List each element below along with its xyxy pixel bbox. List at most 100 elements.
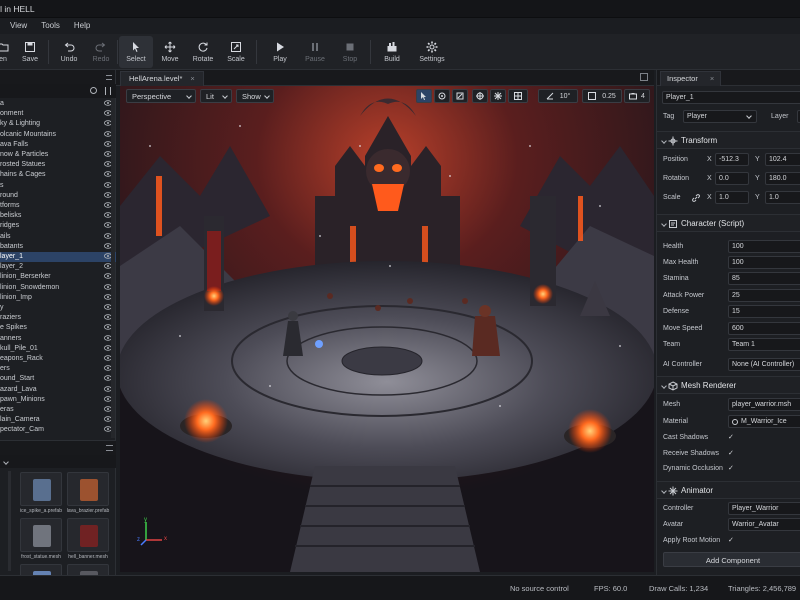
position-y-field[interactable]: 102.4	[765, 153, 800, 166]
undo-button[interactable]: Undo	[52, 36, 86, 68]
character-field-value[interactable]: 25	[728, 289, 800, 302]
hierarchy-item[interactable]: ava Falls	[0, 140, 116, 150]
scale-tool-button[interactable]: Scale	[219, 36, 253, 68]
controller-field[interactable]: Player_Warrior	[728, 502, 800, 515]
hierarchy-item[interactable]: raziers	[0, 313, 116, 323]
hierarchy-item[interactable]: eras	[0, 405, 116, 415]
asset-thumbnail[interactable]	[20, 472, 62, 506]
close-icon[interactable]: ×	[190, 74, 194, 83]
character-field-value[interactable]: Team 1	[728, 338, 800, 351]
scale-y-field[interactable]: 1.0	[765, 191, 800, 204]
hierarchy-item[interactable]: hains & Cages	[0, 170, 116, 180]
angle-snap-control[interactable]: 10°	[538, 89, 578, 103]
hierarchy-item[interactable]: olcanic Mountains	[0, 130, 116, 140]
hierarchy-item[interactable]: belisks	[0, 211, 116, 221]
settings-button[interactable]: Settings	[415, 36, 449, 68]
hierarchy-item[interactable]: eapons_Rack	[0, 354, 116, 364]
hierarchy-item[interactable]: onment	[0, 109, 116, 119]
save-button[interactable]: Save	[13, 36, 47, 68]
build-button[interactable]: Build	[375, 36, 409, 68]
add-component-button[interactable]: Add Component	[663, 552, 800, 567]
mesh-renderer-section-header[interactable]: Mesh Renderer	[657, 376, 800, 394]
play-button[interactable]: Play	[263, 36, 297, 68]
rotate-tool-button[interactable]: Rotate	[186, 36, 220, 68]
asset-thumbnail[interactable]	[67, 518, 109, 552]
hierarchy-item[interactable]: linion_Berserker	[0, 272, 116, 282]
pivot-icon[interactable]	[472, 89, 488, 103]
rotation-y-field[interactable]: 180.0	[765, 172, 800, 185]
hierarchy-item[interactable]: rosted Statues	[0, 160, 116, 170]
link-icon[interactable]	[692, 194, 700, 202]
asset-thumbnail[interactable]	[20, 518, 62, 552]
hierarchy-item[interactable]: ridges	[0, 221, 116, 231]
asset-thumbnail[interactable]	[67, 472, 109, 506]
menu-help[interactable]: Help	[74, 21, 90, 34]
tab-hellarena[interactable]: HellArena.level* ×	[120, 71, 204, 86]
tab-inspector[interactable]: Inspector ×	[660, 71, 722, 86]
transform-section-header[interactable]: Transform	[657, 131, 800, 149]
hierarchy-item[interactable]: layer_1	[0, 252, 116, 263]
grid-icon[interactable]	[508, 89, 528, 103]
stop-button[interactable]: Stop	[333, 36, 367, 68]
menu-view[interactable]: View	[10, 21, 27, 34]
hierarchy-item[interactable]: linion_Imp	[0, 293, 116, 303]
close-icon[interactable]: ×	[710, 74, 714, 83]
hierarchy-item[interactable]: azard_Lava	[0, 385, 116, 395]
hierarchy-item[interactable]: round	[0, 191, 116, 201]
show-dropdown[interactable]: Show	[236, 89, 274, 103]
character-field-value[interactable]: None (AI Controller)	[728, 358, 800, 371]
hierarchy-item[interactable]: y	[0, 303, 116, 313]
hierarchy-item[interactable]: lain_Camera	[0, 415, 116, 425]
scene-viewport[interactable]: y x z Perspective Lit Show 10° 0.25 4	[120, 86, 654, 572]
material-field[interactable]: M_Warrior_Ice	[728, 415, 800, 428]
mesh-field[interactable]: player_warrior.msh	[728, 398, 800, 411]
hierarchy-item[interactable]: kull_Pile_01	[0, 344, 116, 354]
transform-space-icon[interactable]	[452, 89, 468, 103]
snap-settings-icon[interactable]	[490, 89, 506, 103]
hierarchy-item[interactable]: tforms	[0, 201, 116, 211]
scale-snap-control[interactable]: 0.25	[582, 89, 622, 103]
hierarchy-item[interactable]: pawn_Minions	[0, 395, 116, 405]
avatar-field[interactable]: Warrior_Avatar	[728, 518, 800, 531]
tag-dropdown[interactable]: Player	[683, 110, 757, 123]
receive-shadows-checkbox[interactable]: ✓	[728, 450, 736, 458]
dynamic-occlusion-checkbox[interactable]: ✓	[728, 465, 736, 473]
hierarchy-item[interactable]: ky & Lighting	[0, 119, 116, 129]
panel-menu-icon[interactable]	[106, 75, 112, 80]
hierarchy-item[interactable]: ers	[0, 364, 116, 374]
hierarchy-item[interactable]: batants	[0, 242, 116, 252]
character-field-value[interactable]: 600	[728, 322, 800, 335]
rotation-x-field[interactable]: 0.0	[715, 172, 749, 185]
character-field-value[interactable]: 100	[728, 240, 800, 253]
cast-shadows-checkbox[interactable]: ✓	[728, 434, 736, 442]
scale-x-field[interactable]: 1.0	[715, 191, 749, 204]
hierarchy-item[interactable]: ound_Start	[0, 374, 116, 384]
panel-menu-icon[interactable]	[106, 445, 113, 451]
hierarchy-item[interactable]: layer_2	[0, 262, 116, 272]
view-mode-dropdown[interactable]: Perspective	[126, 89, 196, 103]
hierarchy-item[interactable]: anners	[0, 334, 116, 344]
character-section-header[interactable]: Character (Script)	[657, 214, 800, 232]
hierarchy-item[interactable]: linion_Snowdemon	[0, 283, 116, 293]
position-x-field[interactable]: -512.3	[715, 153, 749, 166]
root-motion-checkbox[interactable]: ✓	[728, 537, 736, 545]
menu-tools[interactable]: Tools	[41, 21, 60, 34]
animator-section-header[interactable]: Animator	[657, 481, 800, 499]
local-space-icon[interactable]	[434, 89, 450, 103]
camera-speed-control[interactable]: 4	[624, 89, 650, 103]
hierarchy-item[interactable]: s	[0, 181, 116, 191]
character-field-value[interactable]: 85	[728, 272, 800, 285]
shading-dropdown[interactable]: Lit	[200, 89, 232, 103]
object-name-field[interactable]: Player_1	[662, 91, 800, 104]
character-field-value[interactable]: 100	[728, 256, 800, 269]
hierarchy-item[interactable]: now & Particles	[0, 150, 116, 160]
options-icon[interactable]	[105, 87, 111, 95]
hierarchy-item[interactable]: a	[0, 99, 116, 109]
move-tool-button[interactable]: Move	[153, 36, 187, 68]
hierarchy-item[interactable]: pectator_Cam	[0, 425, 116, 435]
hierarchy-search[interactable]	[0, 84, 116, 98]
select-mode-icon[interactable]	[416, 89, 432, 103]
redo-button[interactable]: Redo	[84, 36, 118, 68]
maximize-icon[interactable]	[640, 73, 648, 81]
pause-button[interactable]: Pause	[298, 36, 332, 68]
